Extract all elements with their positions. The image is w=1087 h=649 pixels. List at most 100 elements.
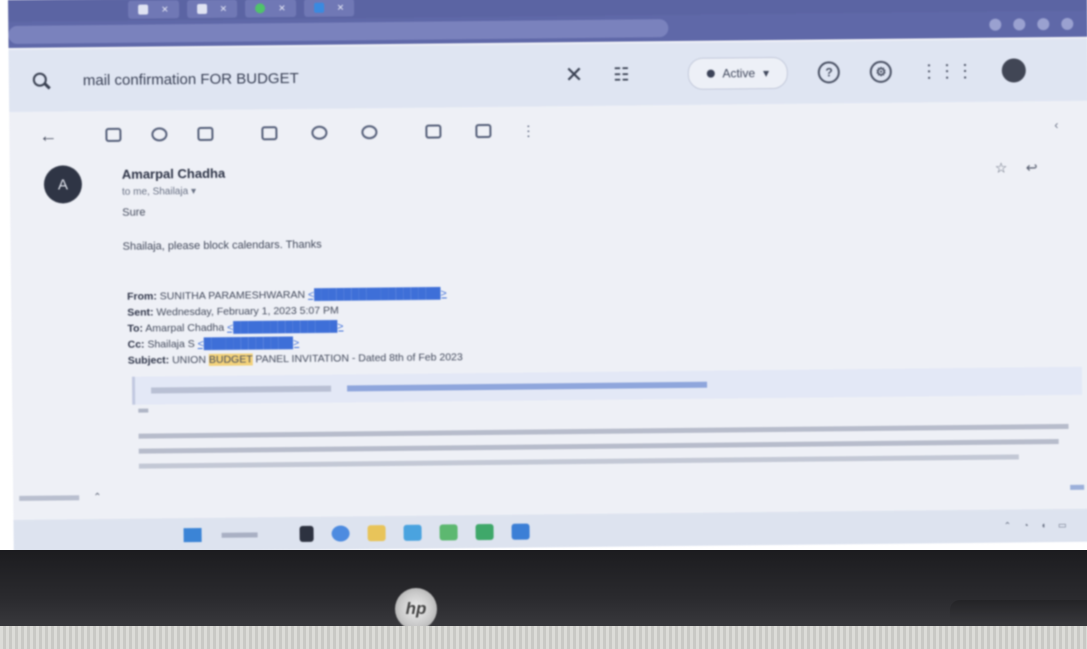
forward-from: From: SUNITHA PARAMESHWARAN <███████████…	[127, 287, 447, 302]
subject-post: PANEL INVITATION - Dated 8th of Feb 2023	[255, 351, 463, 366]
disclaimer-line	[138, 454, 1019, 469]
message-toolbar: ← ⋮ ‹	[9, 107, 1087, 154]
laptop-bezel	[0, 550, 1087, 630]
disclaimer-line	[138, 439, 1059, 454]
cc-name: Shailaja S	[147, 338, 195, 351]
chevron-up-icon[interactable]: ⌃	[93, 492, 102, 503]
forward-to: To: Amarpal Chadha <██████████████>	[127, 321, 343, 335]
search-options-icon[interactable]: ☷	[613, 64, 627, 85]
browser-extension-icons	[989, 17, 1074, 31]
report-spam-icon[interactable]	[151, 127, 168, 142]
snooze-icon[interactable]	[311, 125, 328, 140]
label-icon[interactable]	[475, 123, 492, 139]
body-text: Shailaja, please block calendars. Thanks	[122, 238, 322, 253]
signature-divider	[138, 408, 149, 413]
windows-taskbar: ⌃ ◔ ◖ ▭	[13, 508, 1087, 553]
more-options-icon[interactable]: ⋮	[521, 122, 535, 139]
subject-pre: UNION	[172, 353, 207, 367]
browser-tab[interactable]: ✕	[186, 0, 238, 19]
from-email-link[interactable]: <█████████████████>	[308, 287, 447, 300]
archive-icon[interactable]	[105, 127, 122, 142]
disclaimer-line	[138, 423, 1069, 439]
subject-label: Subject:	[127, 354, 170, 367]
chrome-browser-icon[interactable]	[439, 523, 458, 541]
taskbar-search-placeholder	[221, 531, 258, 538]
mail-search-header: ✕ ☷ Active ▾ ? ⚙ ⋮⋮⋮	[8, 38, 1087, 112]
delete-icon[interactable]	[197, 126, 214, 142]
from-name: SUNITHA PARAMESHWARAN	[159, 288, 306, 303]
account-avatar[interactable]	[1001, 58, 1027, 83]
tray-chevron-icon[interactable]: ⌃	[1004, 521, 1012, 532]
extension-icon[interactable]	[1013, 18, 1026, 31]
to-name: Amarpal Chadha	[145, 321, 225, 335]
chevron-down-icon: ▾	[762, 66, 770, 81]
sent-label: Sent:	[127, 306, 154, 319]
forward-cc: Cc: Shailaja S <████████████>	[128, 337, 300, 351]
notice-link[interactable]	[347, 381, 708, 392]
close-icon[interactable]: ✕	[337, 2, 345, 13]
status-selector[interactable]: Active ▾	[687, 56, 789, 90]
close-icon[interactable]: ✕	[278, 3, 286, 14]
mark-unread-icon[interactable]	[261, 126, 278, 141]
tab-favicon-icon	[196, 3, 207, 15]
to-email-link[interactable]: <██████████████>	[227, 321, 344, 334]
browser-tab-whatsapp[interactable]: ✕	[245, 0, 296, 18]
taskbar-search[interactable]	[221, 529, 282, 540]
avatar[interactable]: A	[43, 165, 83, 204]
add-task-icon[interactable]	[361, 125, 378, 140]
hp-logo-icon: hp	[395, 588, 437, 630]
help-icon[interactable]: ?	[817, 61, 841, 84]
recipients-text: to me, Shailaja	[121, 186, 189, 198]
status-label: Active	[722, 66, 756, 81]
system-tray: ⌃ ◔ ◖ ▭	[1004, 520, 1067, 532]
move-to-icon[interactable]	[425, 124, 442, 139]
volume-icon[interactable]: ◖	[1041, 520, 1047, 531]
gear-icon[interactable]: ⚙	[869, 60, 893, 83]
taskbar-chat-icon[interactable]	[331, 524, 350, 542]
outlook-icon[interactable]	[511, 523, 530, 540]
show-all-link[interactable]	[1070, 484, 1085, 490]
search-icon[interactable]	[31, 71, 51, 91]
cc-label: Cc:	[127, 338, 145, 351]
apps-grid-icon[interactable]: ⋮⋮⋮	[920, 60, 974, 82]
taskbar-widget-icon[interactable]	[299, 525, 314, 542]
excel-icon[interactable]	[475, 523, 494, 540]
edge-browser-icon[interactable]	[403, 524, 422, 541]
cc-email-link[interactable]: <████████████>	[198, 337, 300, 350]
downloaded-file[interactable]	[19, 494, 80, 501]
url-field[interactable]	[8, 19, 669, 44]
star-icon[interactable]: ☆	[995, 160, 1008, 177]
to-label: To:	[127, 322, 144, 335]
browser-tab[interactable]: ✕	[128, 0, 179, 19]
forward-subject: Subject: UNION BUDGET PANEL INVITATION -…	[128, 351, 463, 367]
reply-icon[interactable]: ↩	[1026, 159, 1038, 176]
close-icon[interactable]: ✕	[161, 4, 169, 15]
tab-favicon-icon	[138, 4, 149, 15]
forward-sent: Sent: Wednesday, February 1, 2023 5:07 P…	[127, 305, 339, 319]
file-explorer-icon[interactable]	[367, 524, 386, 541]
browser-tab[interactable]: ✕	[303, 0, 355, 17]
chevron-down-icon[interactable]: ▾	[191, 186, 196, 197]
sent-value: Wednesday, February 1, 2023 5:07 PM	[156, 304, 339, 319]
sender-name[interactable]: Amarpal Chadha	[122, 166, 225, 182]
monitor-screen: ✕ ✕ ✕ ✕ ✕ ☷ Active ▾ ? ⚙ ⋮⋮⋮ ←	[8, 0, 1087, 553]
search-input[interactable]	[80, 66, 525, 90]
keyboard-edge	[0, 626, 1087, 649]
status-dot-icon	[706, 69, 715, 78]
notice-text-blur	[151, 385, 332, 394]
extension-icon[interactable]	[1061, 17, 1074, 30]
whatsapp-icon	[255, 3, 266, 14]
body-text: Sure	[122, 206, 146, 219]
wifi-icon[interactable]: ◔	[1023, 520, 1029, 531]
subject-highlight: BUDGET	[208, 353, 253, 366]
windows-start-icon[interactable]	[183, 527, 202, 542]
close-icon[interactable]: ✕	[220, 3, 228, 14]
recipients[interactable]: to me, Shailaja ▾	[122, 186, 196, 198]
extension-icon[interactable]	[989, 18, 1002, 31]
external-sender-notice	[131, 366, 1083, 405]
back-arrow-icon[interactable]: ←	[39, 125, 57, 146]
extension-icon[interactable]	[1037, 18, 1050, 31]
battery-icon[interactable]: ▭	[1058, 520, 1067, 531]
clear-search-icon[interactable]: ✕	[565, 62, 584, 88]
chevron-left-icon[interactable]: ‹	[1054, 118, 1058, 132]
